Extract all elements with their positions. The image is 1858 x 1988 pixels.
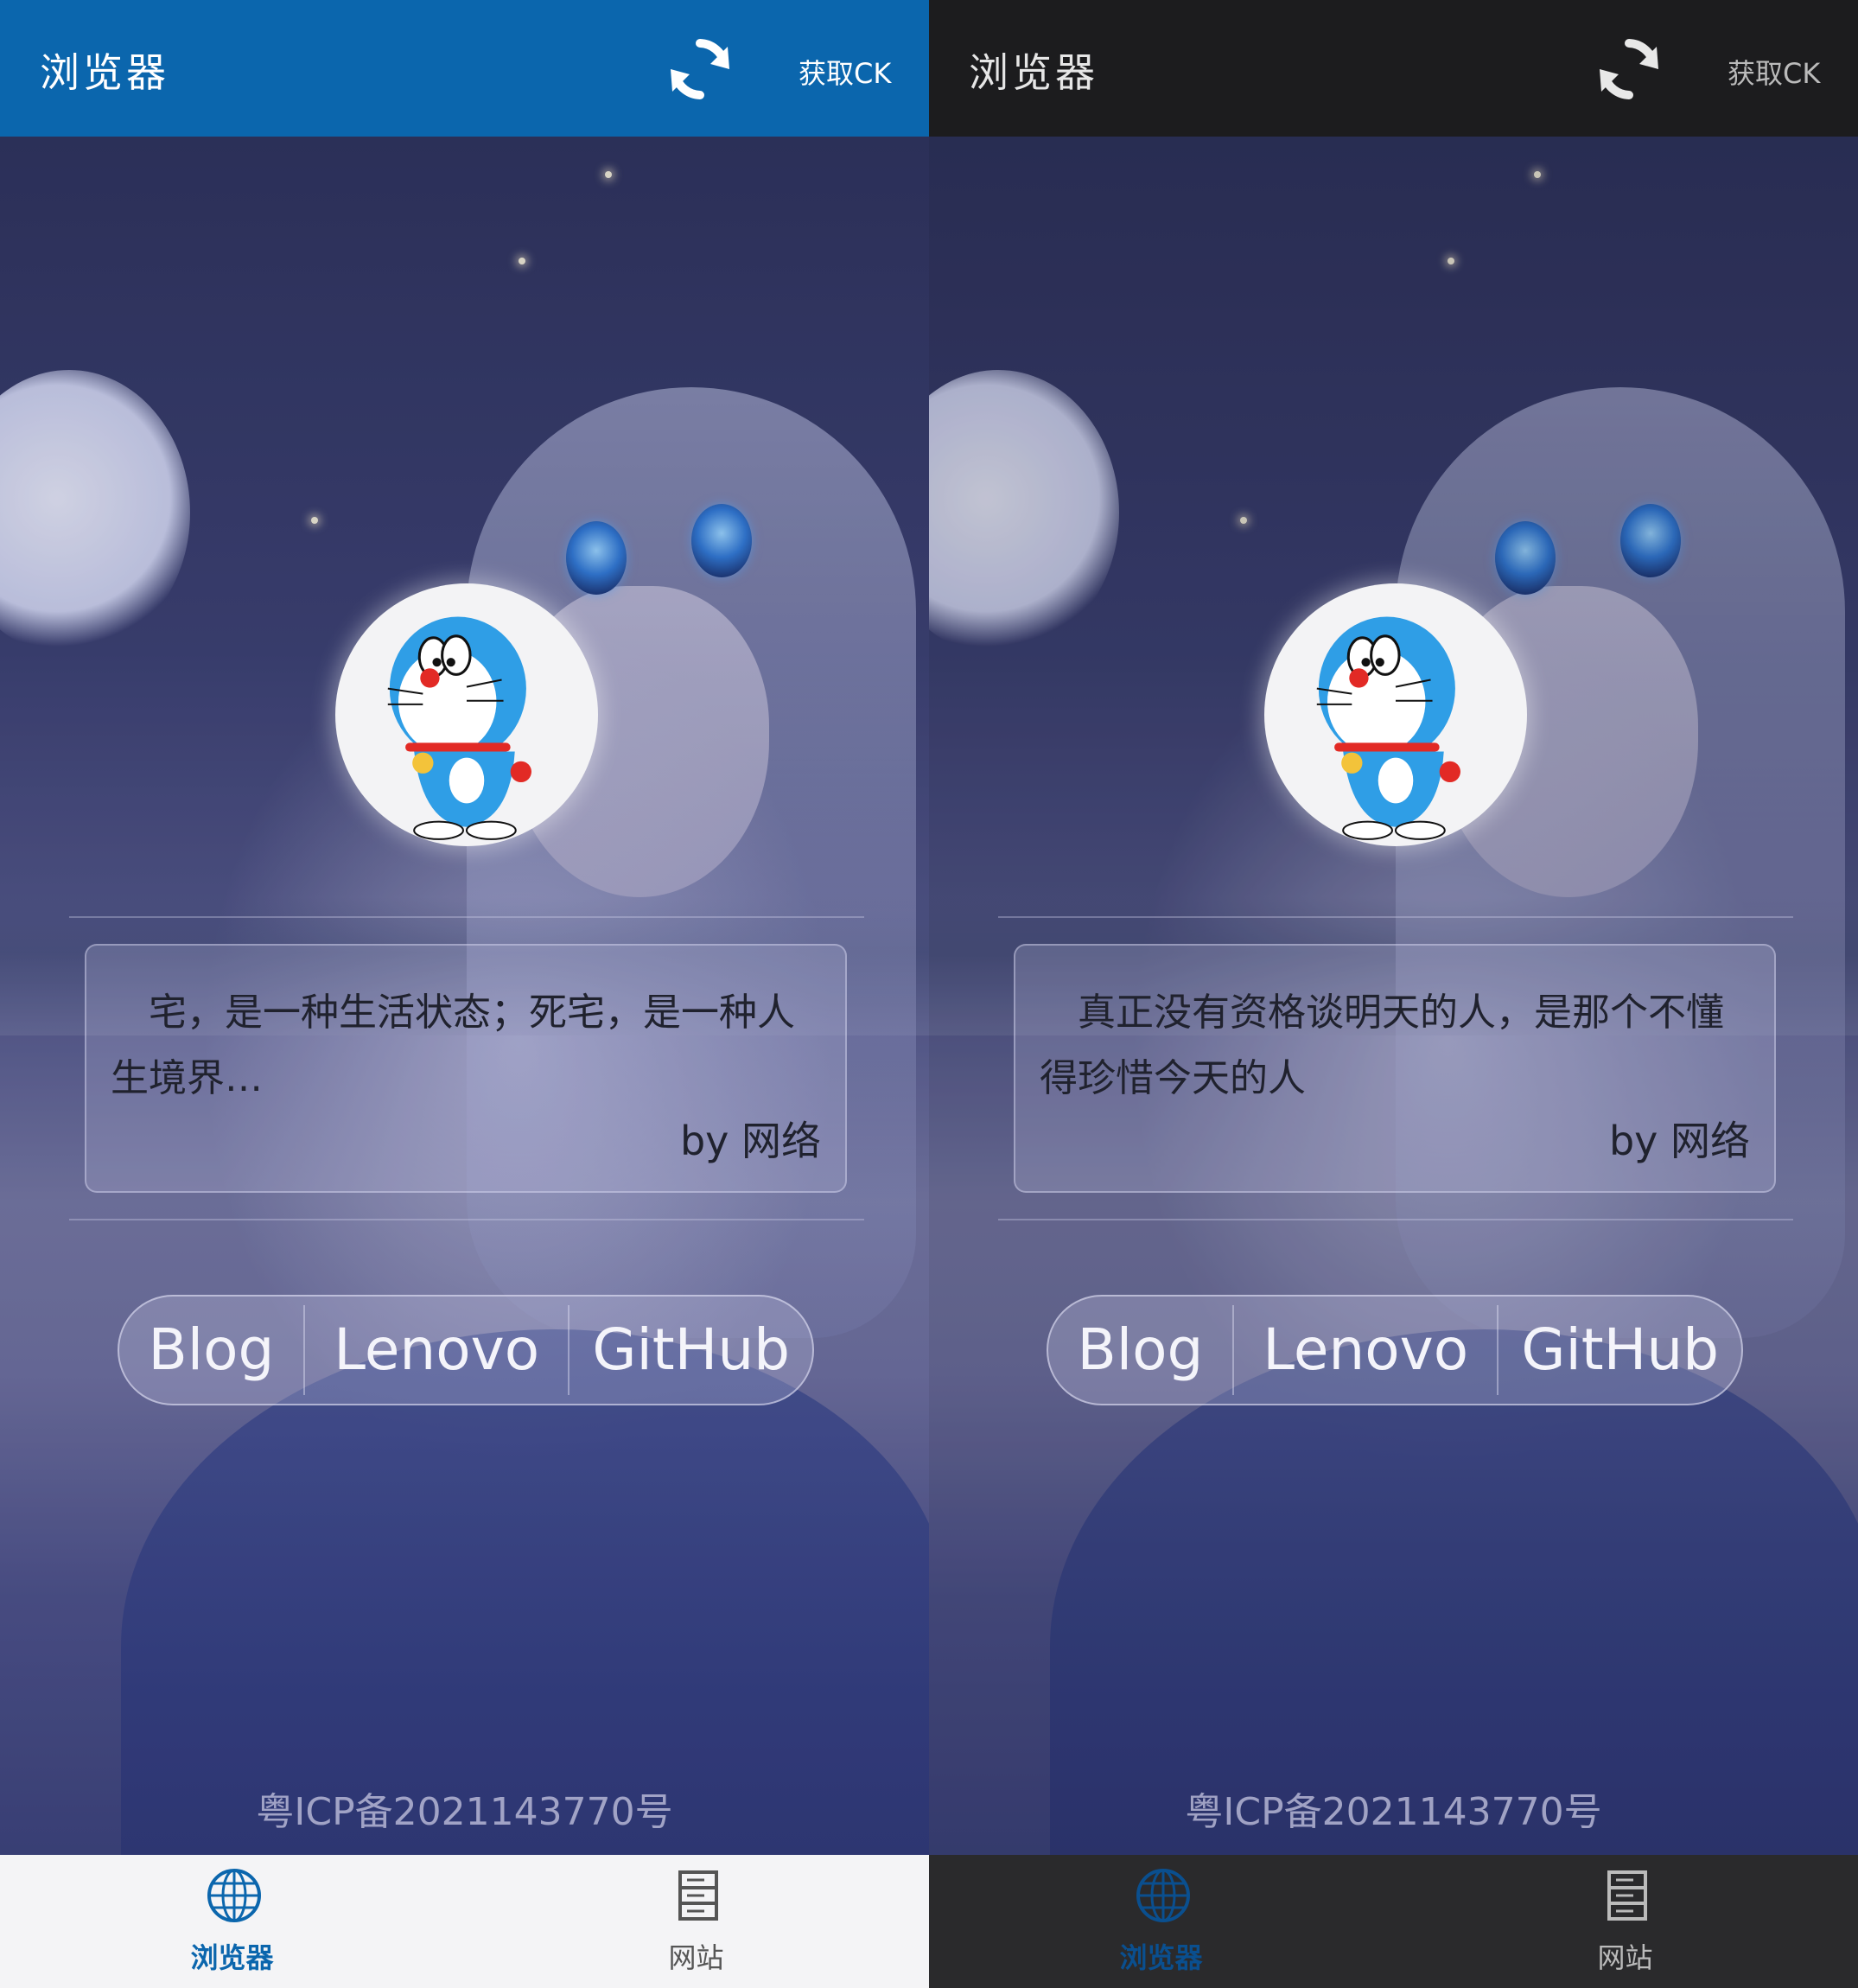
- lenovo-link[interactable]: Lenovo: [1234, 1295, 1497, 1405]
- quote-text: 宅，是一种生活状态；死宅，是一种人生境界…: [111, 991, 795, 1100]
- nav-tab-browser[interactable]: 浏览器: [0, 1855, 464, 1988]
- quote-card: 真正没有资格谈明天的人，是那个不懂得珍惜今天的人 by 网络: [1014, 944, 1776, 1193]
- icp-footer[interactable]: 粤ICP备2021143770号: [0, 1781, 929, 1836]
- nav-label-browser: 浏览器: [1119, 1941, 1203, 1974]
- divider: [69, 1219, 864, 1220]
- nav-label-sites: 网站: [1597, 1941, 1653, 1974]
- link-group: Blog Lenovo GitHub: [1047, 1295, 1743, 1405]
- divider: [69, 916, 864, 918]
- screen-light: 浏览器 获取CK 宅，是一种生活状态；死宅，是一种人生境界… by 网络 Blo…: [0, 0, 929, 1988]
- server-list-icon: [678, 1870, 718, 1921]
- top-app-bar: 浏览器 获取CK: [929, 0, 1858, 137]
- get-ck-button[interactable]: 获取CK: [1728, 52, 1820, 92]
- app-title: 浏览器: [40, 49, 169, 96]
- lenovo-link[interactable]: Lenovo: [305, 1295, 568, 1405]
- top-app-bar: 浏览器 获取CK: [0, 0, 929, 137]
- doraemon-avatar-icon: [1316, 616, 1460, 840]
- quote-author: by 网络: [1608, 1118, 1750, 1164]
- nav-label-browser: 浏览器: [190, 1941, 274, 1974]
- refresh-icon[interactable]: [665, 35, 735, 104]
- blog-link[interactable]: Blog: [119, 1295, 303, 1405]
- quote-card: 宅，是一种生活状态；死宅，是一种人生境界… by 网络: [85, 944, 847, 1193]
- blog-link[interactable]: Blog: [1048, 1295, 1232, 1405]
- globe-icon: [207, 1869, 261, 1922]
- github-link[interactable]: GitHub: [1498, 1295, 1741, 1405]
- github-link[interactable]: GitHub: [569, 1295, 812, 1405]
- quote-author: by 网络: [679, 1118, 821, 1164]
- nav-tab-browser[interactable]: 浏览器: [929, 1855, 1393, 1988]
- app-title: 浏览器: [969, 49, 1098, 96]
- avatar[interactable]: [1264, 583, 1527, 846]
- refresh-icon[interactable]: [1594, 35, 1664, 104]
- get-ck-button[interactable]: 获取CK: [799, 52, 891, 92]
- server-list-icon: [1607, 1870, 1647, 1921]
- link-group: Blog Lenovo GitHub: [118, 1295, 814, 1405]
- globe-icon: [1136, 1869, 1190, 1922]
- icp-footer[interactable]: 粤ICP备2021143770号: [929, 1781, 1858, 1836]
- nav-tab-sites[interactable]: 网站: [464, 1855, 928, 1988]
- screen-dark: 浏览器 获取CK 真正没有资格谈明天的人，是那个不懂得珍惜今天的人 by 网络 …: [929, 0, 1858, 1988]
- quote-text: 真正没有资格谈明天的人，是那个不懂得珍惜今天的人: [1040, 991, 1724, 1100]
- divider: [998, 1219, 1793, 1220]
- nav-tab-sites[interactable]: 网站: [1393, 1855, 1857, 1988]
- avatar[interactable]: [335, 583, 598, 846]
- divider: [998, 916, 1793, 918]
- bottom-nav: 浏览器 网站: [929, 1855, 1858, 1988]
- bottom-nav: 浏览器 网站: [0, 1855, 929, 1988]
- nav-label-sites: 网站: [668, 1941, 724, 1974]
- doraemon-avatar-icon: [387, 616, 531, 840]
